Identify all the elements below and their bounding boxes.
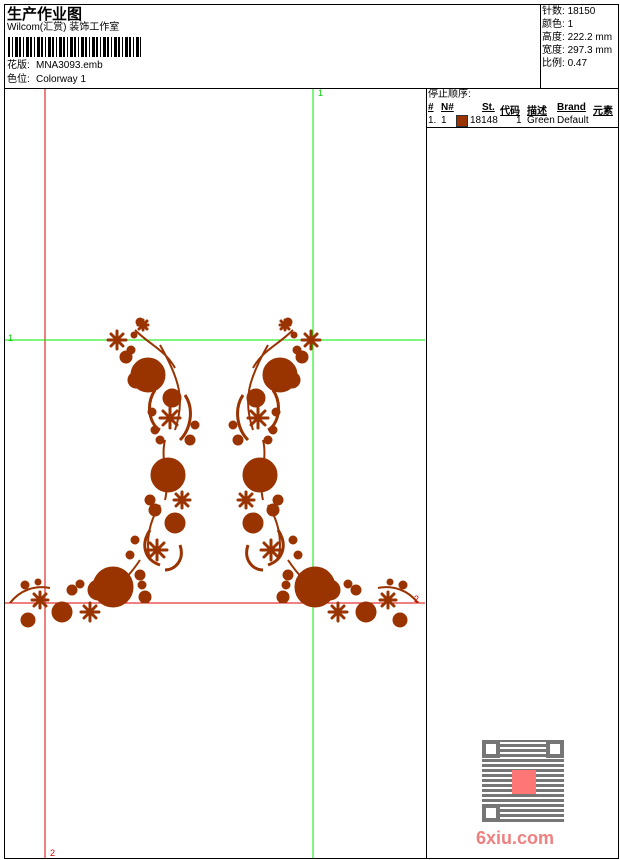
watermark-text: 6xiu.com [476,828,555,848]
qr-code [482,740,564,822]
guide-label-top: 1 [318,88,324,98]
guide-label-left: 1 [8,333,14,343]
embroidery-design [9,316,420,629]
guide-label-bottom: 2 [50,848,56,858]
production-worksheet: 生产作业图 Wilcom(汇赏) 装饰工作室 花版: MNA3093.emb 色… [0,0,620,860]
embroidery-left-half [9,317,200,628]
design-canvas [5,89,425,858]
stamp [512,770,536,794]
guide-label-right: 2 [414,594,420,604]
